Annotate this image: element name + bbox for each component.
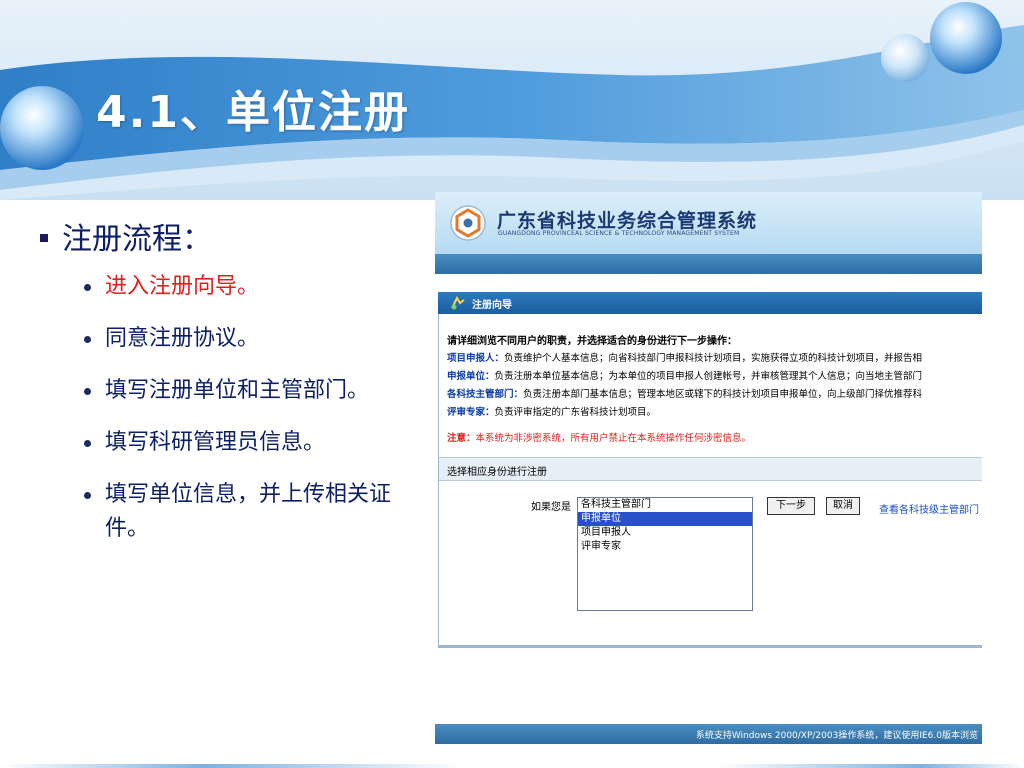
dot-bullet-icon — [84, 440, 91, 447]
step-text: 同意注册协议。 — [105, 326, 260, 351]
bottom-decorative-line — [0, 764, 1024, 768]
step-text: 填写单位信息，并上传相关证件。 — [105, 482, 392, 541]
system-logo-icon — [450, 205, 486, 241]
system-footer-text: 系统支持Windows 2000/XP/2003操作系统，建议使用IE6.0版本… — [695, 731, 978, 741]
list-item: 同意注册协议。 — [36, 322, 416, 356]
choose-role-label: 选择相应身份进行注册 — [447, 467, 547, 478]
system-banner: 广东省科技业务综合管理系统 GUANGDONG PROVINCEAL SCIEN… — [435, 192, 982, 274]
role-option[interactable]: 评审专家 — [578, 540, 752, 554]
role-option[interactable]: 项目申报人 — [578, 526, 752, 540]
role-listbox[interactable]: 各科技主管部门 申报单位 项目申报人 评审专家 — [577, 497, 753, 611]
role-option-selected[interactable]: 申报单位 — [578, 512, 752, 526]
role-description: 项目申报人：负责维护个人基本信息；向省科技部门申报科技计划项目，实施获得立项的科… — [447, 350, 922, 364]
list-item: 填写注册单位和主管部门。 — [36, 374, 416, 408]
wizard-body: 请详细浏览不同用户的职责，并选择适合的身份进行下一步操作： 项目申报人：负责维护… — [438, 314, 982, 648]
dot-bullet-icon — [84, 388, 91, 395]
next-button[interactable]: 下一步 — [767, 497, 815, 515]
note-label: 注意： — [447, 433, 476, 444]
dot-bullet-icon — [84, 284, 91, 291]
list-item: 进入注册向导。 — [36, 270, 416, 304]
dot-bullet-icon — [84, 336, 91, 343]
system-footer: 系统支持Windows 2000/XP/2003操作系统，建议使用IE6.0版本… — [435, 724, 982, 744]
registration-wizard-screenshot: 广东省科技业务综合管理系统 GUANGDONG PROVINCEAL SCIEN… — [435, 192, 982, 744]
role-desc: 负责注册本单位基本信息；为本单位的项目申报人创建帐号，并审核管理其个人信息；向当… — [494, 371, 923, 382]
role-description: 申报单位：负责注册本单位基本信息；为本单位的项目申报人创建帐号，并审核管理其个人… — [447, 368, 922, 382]
step-text: 进入注册向导。 — [105, 274, 260, 299]
view-departments-link[interactable]: 查看各科技级主管部门 — [879, 501, 979, 516]
wizard-icon — [451, 296, 465, 310]
note-text: 本系统为非涉密系统，所有用户禁止在本系统操作任何涉密信息。 — [475, 433, 752, 444]
system-subtitle: GUANGDONG PROVINCEAL SCIENCE & TECHNOLOG… — [498, 230, 740, 237]
security-note: 注意：本系统为非涉密系统，所有用户禁止在本系统操作任何涉密信息。 — [447, 430, 751, 444]
steps-heading-row: 注册流程： — [36, 214, 416, 258]
role-description: 各科技主管部门：负责注册本部门基本信息；管理本地区或辖下的科技计划项目申报单位，… — [447, 386, 922, 400]
role-name: 各科技主管部门： — [447, 389, 524, 400]
role-name: 评审专家： — [447, 407, 495, 418]
wizard-intro: 请详细浏览不同用户的职责，并选择适合的身份进行下一步操作： — [447, 336, 737, 347]
registration-steps: 注册流程： 进入注册向导。 同意注册协议。 填写注册单位和主管部门。 填写科研管… — [36, 214, 416, 564]
choose-role-bar: 选择相应身份进行注册 — [439, 457, 982, 481]
wizard-title-bar: 注册向导 — [438, 292, 982, 314]
role-select-label: 如果您是 — [531, 502, 571, 513]
square-bullet-icon — [40, 234, 48, 242]
role-desc: 负责维护个人基本信息；向省科技部门申报科技计划项目，实施获得立项的科技计划项目，… — [504, 353, 923, 364]
list-item: 填写单位信息，并上传相关证件。 — [36, 478, 416, 546]
steps-list: 进入注册向导。 同意注册协议。 填写注册单位和主管部门。 填写科研管理员信息。 … — [36, 270, 416, 546]
role-name: 项目申报人： — [447, 353, 505, 364]
step-text: 填写注册单位和主管部门。 — [105, 378, 370, 403]
dot-bullet-icon — [84, 492, 91, 499]
system-title: 广东省科技业务综合管理系统 — [497, 210, 758, 232]
role-name: 申报单位： — [447, 371, 495, 382]
wizard-title: 注册向导 — [472, 300, 512, 311]
banner-strip — [435, 254, 982, 274]
role-desc: 负责注册本部门基本信息；管理本地区或辖下的科技计划项目申报单位，向上级部门择优推… — [523, 389, 923, 400]
role-desc: 负责评审指定的广东省科技计划项目。 — [494, 407, 657, 418]
cancel-button[interactable]: 取消 — [826, 497, 860, 515]
role-option[interactable]: 各科技主管部门 — [578, 498, 752, 512]
role-description: 评审专家：负责评审指定的广东省科技计划项目。 — [447, 404, 656, 418]
steps-heading: 注册流程： — [62, 222, 212, 257]
step-text: 填写科研管理员信息。 — [105, 430, 326, 455]
wizard-bottom-border — [438, 645, 982, 648]
list-item: 填写科研管理员信息。 — [36, 426, 416, 460]
slide-title: 4.1、单位注册 — [96, 87, 410, 138]
